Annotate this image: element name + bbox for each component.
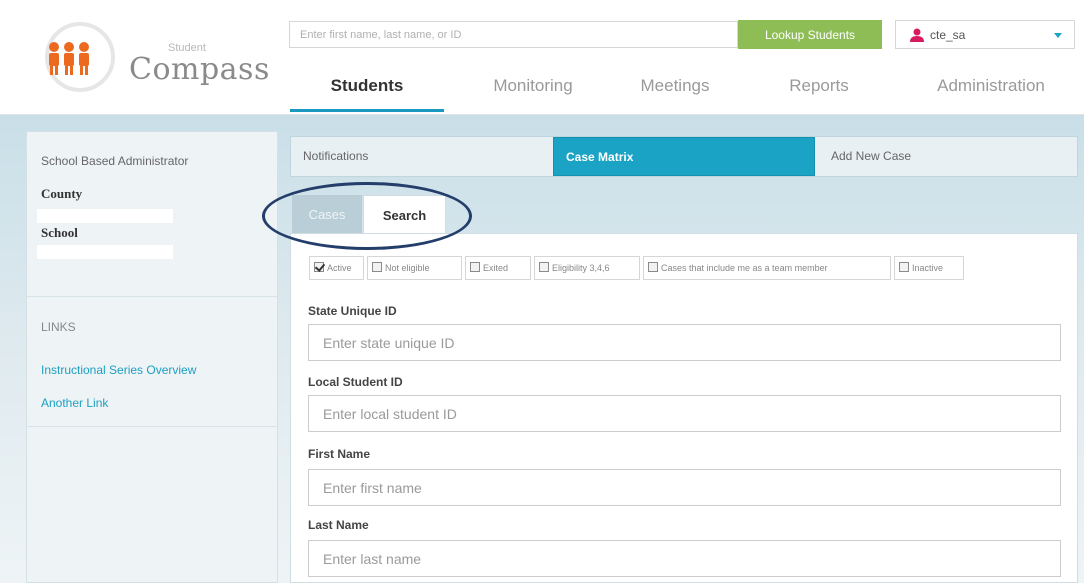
link-instructional-series-overview[interactable]: Instructional Series Overview <box>41 363 196 377</box>
county-value <box>37 209 173 223</box>
link-another-link[interactable]: Another Link <box>41 396 108 410</box>
checkbox-icon <box>539 262 549 272</box>
logo-emblem-icon <box>45 22 115 92</box>
search-panel: Active Not eligible Exited Eligibility 3… <box>290 233 1078 583</box>
school-value <box>37 245 173 259</box>
first-name-label: First Name <box>308 447 371 461</box>
nav-tab-students[interactable]: Students <box>290 76 444 112</box>
sidebar-divider <box>27 426 277 427</box>
sidebar: School Based Administrator County School… <box>26 131 278 583</box>
nav-tab-monitoring[interactable]: Monitoring <box>456 76 610 112</box>
filter-label: Not eligible <box>385 263 430 273</box>
tab-case-matrix[interactable]: Case Matrix <box>553 137 815 176</box>
filter-label: Exited <box>483 263 509 273</box>
filter-label: Eligibility 3,4,6 <box>552 263 610 273</box>
nav-tab-meetings[interactable]: Meetings <box>598 76 752 112</box>
last-name-label: Last Name <box>308 518 369 532</box>
tab-add-new-case[interactable]: Add New Case <box>815 137 1077 176</box>
last-name-field[interactable] <box>308 540 1061 577</box>
first-name-field[interactable] <box>308 469 1061 506</box>
lookup-students-button[interactable]: Lookup Students <box>738 20 882 49</box>
user-menu[interactable]: cte_sa <box>895 20 1075 49</box>
filter-active[interactable]: Active <box>309 256 364 280</box>
filter-inactive[interactable]: Inactive <box>894 256 964 280</box>
checkbox-icon <box>470 262 480 272</box>
filter-exited[interactable]: Exited <box>465 256 531 280</box>
filter-label: Active <box>327 263 352 273</box>
nav-tab-administration[interactable]: Administration <box>906 76 1076 112</box>
checkbox-icon <box>372 262 382 272</box>
user-role: School Based Administrator <box>41 154 189 168</box>
tab-search[interactable]: Search <box>363 195 446 234</box>
links-heading: LINKS <box>41 320 76 334</box>
county-label: County <box>41 186 83 201</box>
school-label: School <box>41 225 78 240</box>
logo-title: Compass <box>129 52 270 87</box>
sidebar-divider <box>27 296 277 297</box>
state-unique-id-label: State Unique ID <box>308 304 397 318</box>
user-name: cte_sa <box>930 28 966 42</box>
checkbox-checked-icon <box>314 262 324 272</box>
nav-tab-reports[interactable]: Reports <box>742 76 896 112</box>
tab-cases[interactable]: Cases <box>292 195 362 234</box>
student-lookup-input[interactable] <box>289 21 738 48</box>
student-compass-logo[interactable]: Student Compass <box>34 22 269 92</box>
checkbox-icon <box>899 262 909 272</box>
filter-label: Inactive <box>912 263 944 273</box>
filter-label: Cases that include me as a team member <box>661 263 828 273</box>
local-student-id-label: Local Student ID <box>308 375 403 389</box>
tab-notifications[interactable]: Notifications <box>291 137 553 176</box>
checkbox-icon <box>648 262 658 272</box>
local-student-id-field[interactable] <box>308 395 1061 432</box>
state-unique-id-field[interactable] <box>308 324 1061 361</box>
filter-not-eligible[interactable]: Not eligible <box>367 256 462 280</box>
user-icon <box>910 28 924 42</box>
chevron-down-icon <box>1054 33 1062 38</box>
filter-eligibility[interactable]: Eligibility 3,4,6 <box>534 256 640 280</box>
header: Student Compass Lookup Students cte_sa S… <box>0 0 1084 115</box>
case-subtabs: Notifications Case Matrix Add New Case <box>290 136 1078 177</box>
filter-team-member[interactable]: Cases that include me as a team member <box>643 256 891 280</box>
